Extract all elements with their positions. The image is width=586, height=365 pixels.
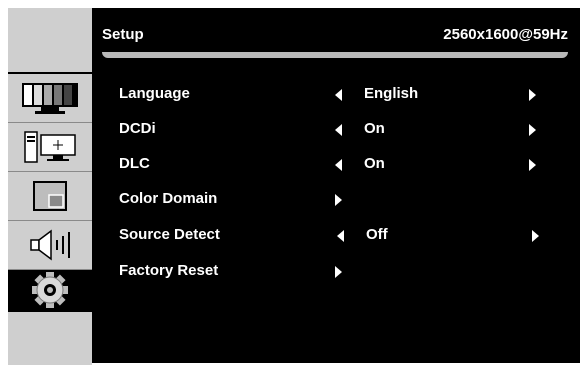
pip-window-icon	[33, 181, 67, 211]
menu-row-value: English	[364, 85, 419, 102]
menu-row-value: On	[364, 120, 385, 137]
sidebar-top-panel	[8, 8, 92, 74]
left-arrow-icon[interactable]	[335, 124, 342, 136]
menu-row-label: Factory Reset	[119, 262, 219, 279]
menu-row-label: DLC	[119, 155, 150, 172]
picture-bars-icon	[22, 83, 78, 114]
left-arrow-icon[interactable]	[337, 230, 344, 242]
menu-row-label: Source Detect	[119, 226, 220, 243]
menu-row-language[interactable]: Language English	[92, 79, 580, 109]
header-divider	[102, 52, 568, 58]
sidebar-item-picture[interactable]	[8, 74, 92, 123]
submenu-arrow-icon[interactable]	[335, 266, 342, 278]
osd-sidebar	[8, 8, 92, 365]
menu-row-dlc[interactable]: DLC On	[92, 149, 580, 179]
left-arrow-icon[interactable]	[335, 159, 342, 171]
sidebar-item-setup[interactable]	[8, 270, 92, 311]
gear-icon	[32, 272, 68, 308]
right-arrow-icon[interactable]	[529, 89, 536, 101]
menu-row-factory-reset[interactable]: Factory Reset	[92, 256, 580, 286]
menu-row-value: On	[364, 155, 385, 172]
pc-monitor-icon	[24, 131, 76, 163]
sidebar-item-audio[interactable]	[8, 221, 92, 270]
sidebar-item-pip[interactable]	[8, 172, 92, 221]
menu-row-value: Off	[366, 226, 388, 243]
menu-row-label: Language	[119, 85, 190, 102]
osd-header: Setup 2560x1600@59Hz	[92, 8, 580, 58]
right-arrow-icon[interactable]	[529, 124, 536, 136]
menu-row-color-domain[interactable]: Color Domain	[92, 184, 580, 214]
speaker-volume-icon	[30, 229, 70, 261]
submenu-arrow-icon[interactable]	[335, 194, 342, 206]
right-arrow-icon[interactable]	[532, 230, 539, 242]
page-title: Setup	[102, 26, 144, 43]
right-arrow-icon[interactable]	[529, 159, 536, 171]
osd-main-panel: Setup 2560x1600@59Hz Language English DC…	[92, 8, 580, 363]
left-arrow-icon[interactable]	[335, 89, 342, 101]
sidebar-item-display[interactable]	[8, 123, 92, 172]
sidebar-bottom-panel	[8, 310, 92, 365]
menu-row-label: DCDi	[119, 120, 156, 137]
menu-row-dcdi[interactable]: DCDi On	[92, 114, 580, 144]
resolution-readout: 2560x1600@59Hz	[443, 26, 568, 43]
menu-row-source-detect[interactable]: Source Detect Off	[92, 220, 580, 250]
menu-row-label: Color Domain	[119, 190, 218, 207]
